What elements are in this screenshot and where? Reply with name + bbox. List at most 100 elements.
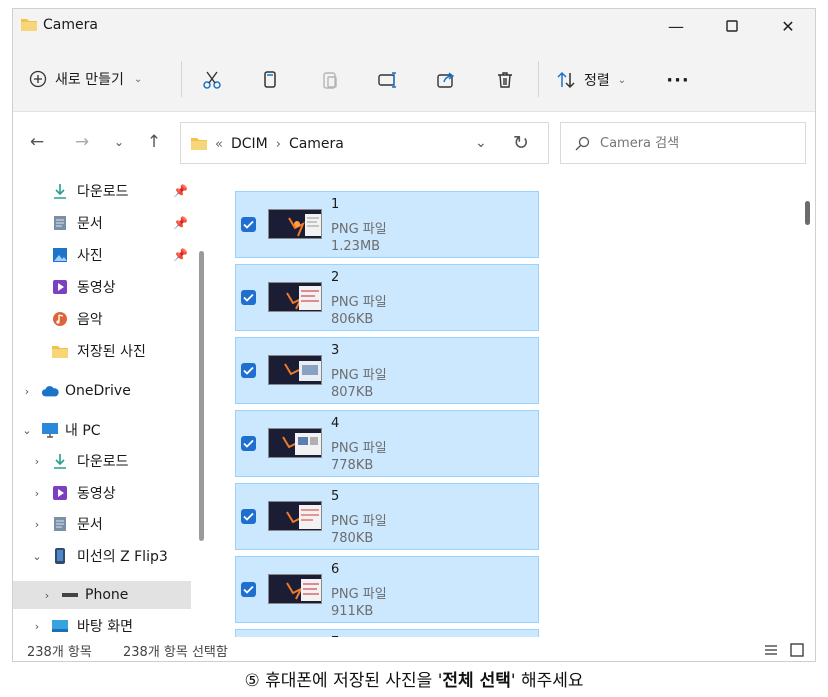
checkbox-checked-icon[interactable] xyxy=(241,509,256,524)
file-item[interactable]: 4 PNG 파일 778KB xyxy=(235,410,539,477)
file-type: PNG 파일 xyxy=(331,587,387,602)
new-button[interactable]: 새로 만들기 ⌄ xyxy=(29,65,142,93)
search-icon xyxy=(575,136,590,150)
checkbox-checked-icon[interactable] xyxy=(241,436,256,451)
file-type: PNG 파일 xyxy=(331,222,387,237)
chevron-right-icon[interactable]: › xyxy=(21,385,33,398)
breadcrumb-camera[interactable]: Camera xyxy=(289,136,344,152)
overflow-chevron-icon[interactable]: « xyxy=(215,137,223,152)
nav-this-pc[interactable]: ⌄ 내 PC xyxy=(13,416,191,444)
paste-button[interactable] xyxy=(315,65,345,95)
desktop-icon xyxy=(51,617,69,635)
nav-pc-phone-device[interactable]: ⌄ 미선의 Z Flip3 xyxy=(13,542,191,570)
checkbox-checked-icon[interactable] xyxy=(241,582,256,597)
sort-icon xyxy=(557,71,575,89)
computer-icon xyxy=(41,421,59,439)
nav-quick-videos[interactable]: 동영상 xyxy=(13,273,191,301)
copy-icon xyxy=(264,71,276,88)
search-box[interactable] xyxy=(560,122,806,164)
file-item[interactable]: 2 PNG 파일 806KB xyxy=(235,264,539,331)
chevron-right-icon[interactable]: › xyxy=(31,487,43,500)
scissors-icon xyxy=(203,71,221,89)
checkbox-checked-icon[interactable] xyxy=(241,217,256,232)
chevron-right-icon[interactable]: › xyxy=(41,589,53,602)
checkbox-checked-icon[interactable] xyxy=(241,363,256,378)
caption-emphasis: 전체 선택 xyxy=(442,671,511,691)
toolbar-divider xyxy=(538,61,539,97)
nav-quick-music[interactable]: 음악 xyxy=(13,305,191,333)
back-button[interactable]: ← xyxy=(23,128,51,156)
nav-quick-documents[interactable]: 문서 📌 xyxy=(13,209,191,237)
up-button[interactable]: ↑ xyxy=(140,128,168,156)
file-size: 778KB xyxy=(331,458,374,473)
file-list-scrollbar[interactable] xyxy=(805,201,810,225)
navigation-pane: 다운로드 📌 문서 📌 사진 📌 동영상 음악 저장된 사진 › OneDriv… xyxy=(13,171,213,637)
chevron-right-icon[interactable]: › xyxy=(31,455,43,468)
command-bar: 새로 만들기 ⌄ 정렬 ⌄ ··· xyxy=(13,43,815,111)
list-view-icon xyxy=(765,645,777,655)
cut-button[interactable] xyxy=(197,65,227,95)
instruction-caption: ⑤ 휴대폰에 저장된 사진을 '전체 선택' 해주세요 xyxy=(0,666,828,691)
chevron-right-icon[interactable]: › xyxy=(276,137,281,152)
details-view-button[interactable] xyxy=(761,640,781,660)
file-name: 1 xyxy=(331,197,340,212)
file-item[interactable]: 3 PNG 파일 807KB xyxy=(235,337,539,404)
recent-locations-button[interactable]: ⌄ xyxy=(105,128,133,156)
status-bar: 238개 항목 238개 항목 선택함 xyxy=(13,637,815,661)
nav-quick-saved-pictures[interactable]: 저장된 사진 xyxy=(13,337,191,365)
share-button[interactable] xyxy=(431,65,461,95)
address-dropdown-button[interactable]: ⌄ xyxy=(475,135,487,151)
forward-button[interactable]: → xyxy=(68,128,96,156)
nav-quick-pictures[interactable]: 사진 📌 xyxy=(13,241,191,269)
file-size: 1.23MB xyxy=(331,239,381,254)
rename-icon xyxy=(378,72,396,88)
chevron-right-icon[interactable]: › xyxy=(31,620,43,633)
chevron-right-icon[interactable]: › xyxy=(31,518,43,531)
maximize-button[interactable] xyxy=(709,11,755,41)
document-icon xyxy=(51,214,69,232)
nav-quick-downloads[interactable]: 다운로드 📌 xyxy=(13,177,191,205)
nav-label: OneDrive xyxy=(65,383,131,399)
file-name: 6 xyxy=(331,562,340,577)
file-type: PNG 파일 xyxy=(331,514,387,529)
nav-phone-storage[interactable]: › Phone xyxy=(13,581,191,609)
address-bar[interactable]: « DCIM › Camera ⌄ ↻ xyxy=(180,122,549,164)
thumbnail-view-button[interactable] xyxy=(787,640,807,660)
copy-button[interactable] xyxy=(255,65,285,95)
chevron-down-icon[interactable]: ⌄ xyxy=(31,550,43,563)
chevron-down-icon[interactable]: ⌄ xyxy=(21,424,33,437)
nav-pc-videos[interactable]: › 동영상 xyxy=(13,479,191,507)
minimize-button[interactable]: — xyxy=(653,11,699,41)
caption-suffix: ' 해주세요 xyxy=(510,671,584,691)
close-button[interactable]: ✕ xyxy=(765,11,811,41)
nav-label: 동영상 xyxy=(77,486,116,502)
nav-onedrive[interactable]: › OneDrive xyxy=(13,377,191,405)
sort-button[interactable]: 정렬 ⌄ xyxy=(556,65,626,95)
toolbar-divider xyxy=(181,61,182,97)
nav-pc-downloads[interactable]: › 다운로드 xyxy=(13,447,191,475)
rename-button[interactable] xyxy=(373,65,403,95)
share-icon xyxy=(437,72,455,88)
breadcrumb-dcim[interactable]: DCIM xyxy=(231,136,268,152)
nav-scrollbar[interactable] xyxy=(199,251,204,541)
file-item[interactable]: 7 xyxy=(235,629,539,637)
image-thumbnail xyxy=(268,282,322,312)
delete-button[interactable] xyxy=(490,65,520,95)
download-icon xyxy=(51,182,69,200)
nav-pc-documents[interactable]: › 문서 xyxy=(13,510,191,538)
file-size: 780KB xyxy=(331,531,374,546)
image-thumbnail xyxy=(268,428,322,458)
file-size: 807KB xyxy=(331,385,374,400)
search-input[interactable] xyxy=(600,135,790,151)
file-item[interactable]: 6 PNG 파일 911KB xyxy=(235,556,539,623)
chevron-down-icon: ⌄ xyxy=(133,73,143,85)
refresh-button[interactable]: ↻ xyxy=(513,132,529,154)
item-count: 238개 항목 xyxy=(27,645,92,660)
more-options-button[interactable]: ··· xyxy=(663,65,693,95)
file-item[interactable]: 1 PNG 파일 1.23MB xyxy=(235,191,539,258)
nav-desktop[interactable]: › 바탕 화면 xyxy=(13,612,191,637)
checkbox-checked-icon[interactable] xyxy=(241,290,256,305)
image-thumbnail xyxy=(268,574,322,604)
file-item[interactable]: 5 PNG 파일 780KB xyxy=(235,483,539,550)
file-size: 806KB xyxy=(331,312,374,327)
